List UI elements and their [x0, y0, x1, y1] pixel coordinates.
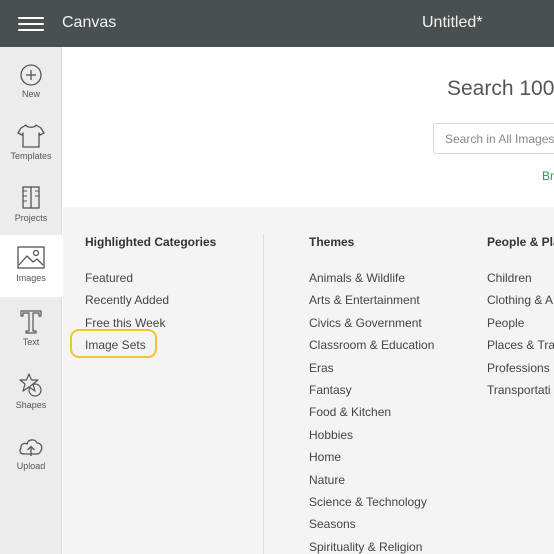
tshirt-icon: [17, 124, 45, 148]
sidebar-label-text: Text: [22, 337, 40, 347]
people-link[interactable]: Places & Tra: [487, 338, 554, 360]
projects-icon: [22, 186, 40, 209]
people-link[interactable]: Transportati: [487, 383, 554, 405]
image-sets-highlight-ring: [70, 329, 157, 358]
sidebar-item-images[interactable]: Images: [0, 235, 62, 297]
sidebar-item-upload[interactable]: Upload: [0, 431, 62, 493]
people-link[interactable]: Professions: [487, 361, 554, 383]
theme-link[interactable]: Civics & Government: [309, 316, 434, 338]
sidebar-label-shapes: Shapes: [15, 400, 47, 410]
people-link[interactable]: Clothing & A: [487, 293, 554, 315]
theme-link[interactable]: Home: [309, 450, 434, 472]
sidebar-label-templates: Templates: [10, 151, 52, 161]
app-title: Canvas: [62, 14, 117, 31]
upload-cloud-icon: [19, 439, 43, 456]
sidebar-item-templates[interactable]: Templates: [0, 121, 62, 183]
theme-link[interactable]: Nature: [309, 473, 434, 495]
hamburger-menu-icon[interactable]: [18, 13, 44, 35]
browse-link[interactable]: Br: [542, 169, 554, 183]
search-panel: Search 100 Br: [63, 47, 554, 207]
sidebar-label-images: Images: [16, 273, 46, 283]
people-places-heading: People & Pla: [487, 235, 554, 249]
theme-link[interactable]: Spirituality & Religion: [309, 540, 434, 554]
document-title[interactable]: Untitled*: [422, 14, 482, 32]
sidebar: New Templates Projects Images Text Shape…: [0, 47, 62, 554]
theme-link[interactable]: Science & Technology: [309, 495, 434, 517]
sidebar-item-text[interactable]: Text: [0, 307, 62, 369]
highlighted-categories-heading: Highlighted Categories: [85, 235, 217, 249]
shapes-icon: [19, 373, 42, 397]
category-link-recently-added[interactable]: Recently Added: [85, 293, 216, 315]
search-input[interactable]: [433, 123, 554, 154]
sidebar-item-shapes[interactable]: Shapes: [0, 369, 62, 431]
theme-link[interactable]: Eras: [309, 361, 434, 383]
sidebar-item-new[interactable]: New: [0, 59, 62, 121]
theme-link[interactable]: Seasons: [309, 517, 434, 539]
image-icon: [17, 246, 45, 269]
top-bar: Canvas Untitled*: [0, 0, 554, 47]
theme-link[interactable]: Hobbies: [309, 428, 434, 450]
people-places-column: People & Pla Children Clothing & A Peopl…: [487, 235, 554, 405]
sidebar-label-projects: Projects: [14, 213, 48, 223]
sidebar-label-upload: Upload: [16, 461, 46, 471]
column-divider: [263, 234, 264, 554]
sidebar-label-new: New: [21, 89, 40, 99]
search-heading: Search 100: [447, 77, 554, 100]
category-link-featured[interactable]: Featured: [85, 271, 216, 293]
theme-link[interactable]: Fantasy: [309, 383, 434, 405]
plus-circle-icon: [20, 64, 42, 86]
theme-link[interactable]: Arts & Entertainment: [309, 293, 434, 315]
people-link[interactable]: People: [487, 316, 554, 338]
category-panel: Highlighted Categories Featured Recently…: [63, 207, 554, 554]
people-link[interactable]: Children: [487, 271, 554, 293]
themes-column: Themes Animals & Wildlife Arts & Enterta…: [309, 235, 434, 554]
themes-heading: Themes: [309, 235, 355, 249]
theme-link[interactable]: Animals & Wildlife: [309, 271, 434, 293]
text-icon: [20, 310, 42, 334]
theme-link[interactable]: Classroom & Education: [309, 338, 434, 360]
theme-link[interactable]: Food & Kitchen: [309, 405, 434, 427]
